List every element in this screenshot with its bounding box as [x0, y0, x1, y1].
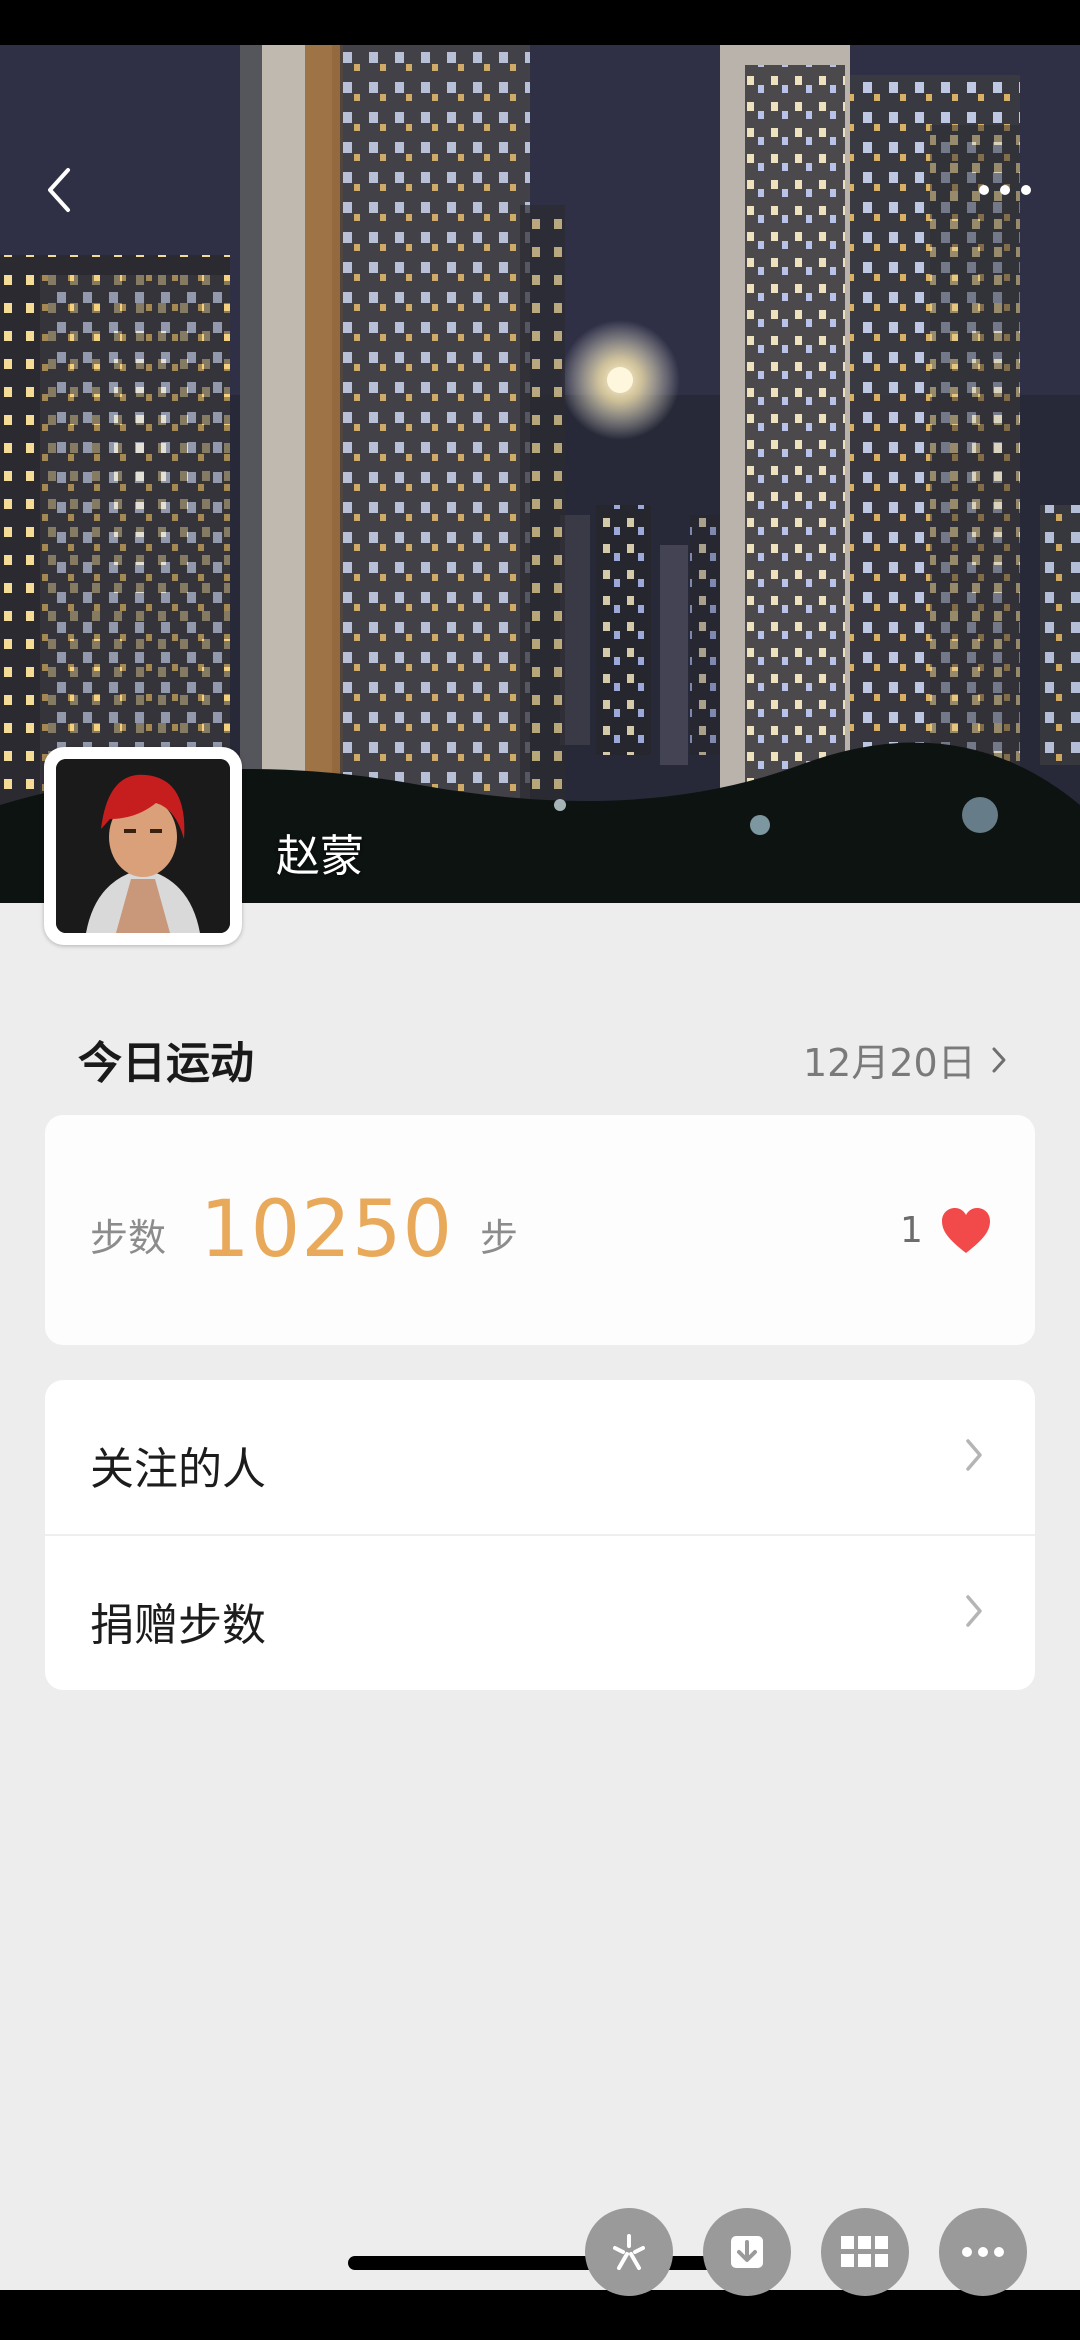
grid-button[interactable]: [821, 2208, 909, 2296]
back-icon: [48, 168, 70, 212]
today-title: 今日运动: [78, 1038, 254, 1089]
date-label: 12月20日: [803, 1041, 976, 1085]
status-bar: [0, 0, 1080, 45]
steps-value: 10250: [200, 1185, 454, 1275]
chevron-right-icon: [992, 1047, 1006, 1072]
more-button[interactable]: [970, 170, 1040, 210]
date-selector[interactable]: 12月20日: [803, 1032, 1008, 1087]
list-item-following[interactable]: 关注的人: [45, 1380, 1035, 1534]
sparkle-button[interactable]: [585, 2208, 673, 2296]
list-item-label: 关注的人: [90, 1444, 266, 1495]
heart-icon[interactable]: [938, 1203, 994, 1259]
back-button[interactable]: [36, 160, 86, 220]
download-icon: [731, 2236, 763, 2268]
avatar[interactable]: [44, 747, 242, 945]
sparkle-icon: [613, 2234, 645, 2270]
steps-card[interactable]: 步数 10250 步 1: [45, 1115, 1035, 1345]
likes-count: 1: [900, 1210, 923, 1251]
chevron-right-icon: [966, 1439, 982, 1471]
grid-icon: [841, 2236, 888, 2267]
steps-unit: 步: [480, 1216, 519, 1260]
more-icon: [979, 185, 1031, 195]
steps-label: 步数: [90, 1216, 167, 1260]
more-options-button[interactable]: [939, 2208, 1027, 2296]
download-button[interactable]: [703, 2208, 791, 2296]
avatar-image: [56, 759, 230, 933]
list-item-donate-steps[interactable]: 捐赠步数: [45, 1536, 1035, 1690]
ellipsis-icon: [962, 2247, 1004, 2257]
list-item-label: 捐赠步数: [90, 1600, 266, 1651]
username: 赵蒙: [276, 831, 364, 882]
bottom-bar: [0, 2290, 1080, 2340]
menu-list: 关注的人 捐赠步数: [45, 1380, 1035, 1690]
chevron-right-icon: [966, 1595, 982, 1627]
